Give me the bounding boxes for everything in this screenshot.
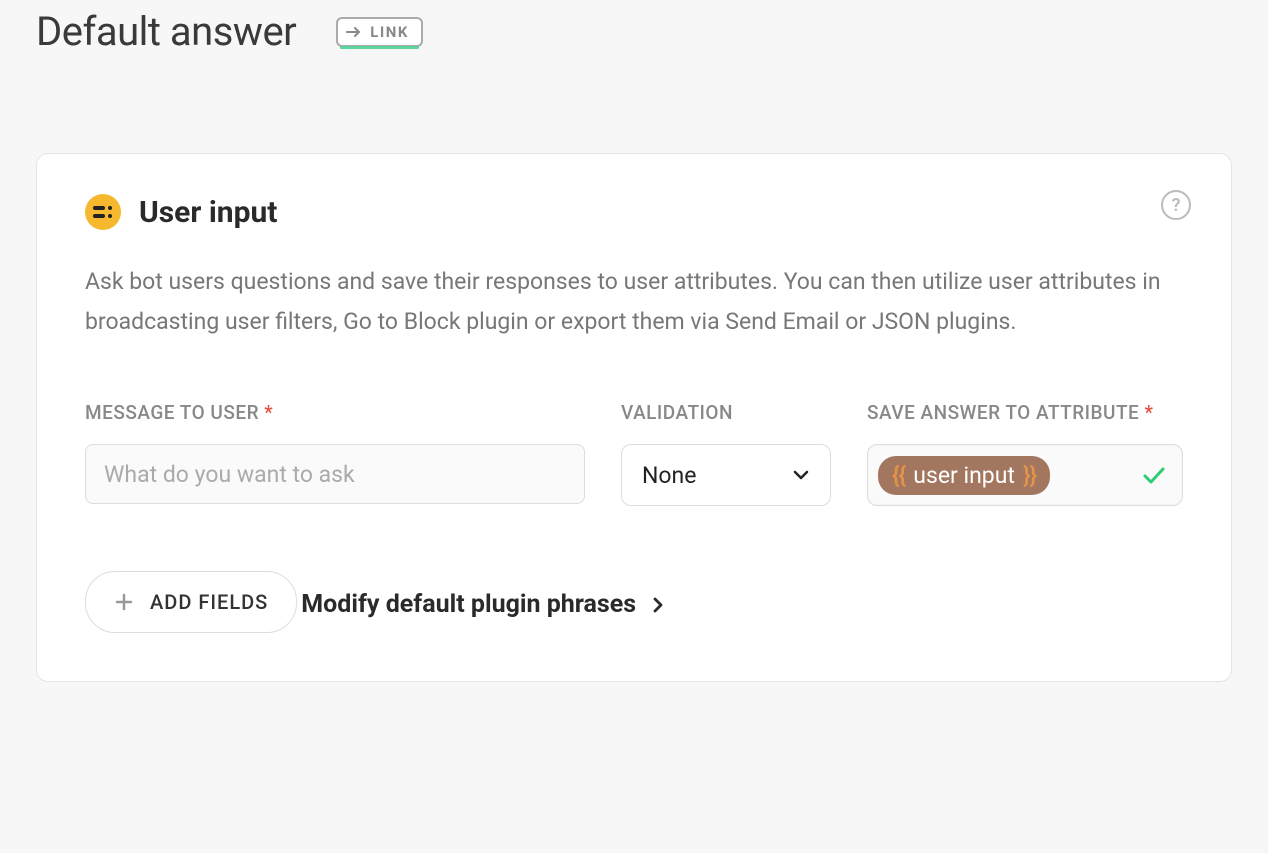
link-button-label: LINK: [370, 23, 409, 41]
validation-selected-value: None: [642, 462, 696, 489]
required-marker: *: [1145, 401, 1154, 424]
arrow-right-icon: [346, 25, 364, 39]
plus-icon: [114, 592, 134, 612]
save-attribute-label: SAVE ANSWER TO ATTRIBUTE *: [867, 401, 1183, 424]
brace-close: }}: [1023, 462, 1036, 489]
link-button[interactable]: LINK: [336, 17, 423, 47]
add-fields-button[interactable]: ADD FIELDS: [85, 571, 297, 633]
message-input[interactable]: [85, 444, 585, 504]
card-description: Ask bot users questions and save their r…: [85, 262, 1183, 341]
help-icon[interactable]: ?: [1161, 190, 1191, 220]
check-icon: [1142, 465, 1166, 485]
fields-row: MESSAGE TO USER * VALIDATION None: [85, 401, 1183, 506]
card-title: User input: [139, 195, 277, 230]
page-title: Default answer: [36, 8, 296, 55]
page-header: Default answer LINK: [36, 0, 1232, 63]
attribute-pill: {{ user input }}: [878, 456, 1050, 495]
message-field-group: MESSAGE TO USER *: [85, 401, 585, 506]
chevron-right-icon: [652, 595, 664, 615]
validation-label: VALIDATION: [621, 401, 831, 424]
attribute-value: user input: [909, 462, 1019, 489]
add-fields-label: ADD FIELDS: [150, 590, 268, 614]
user-input-card: ? User input Ask bot users questions and…: [36, 153, 1232, 682]
modify-phrases-label: Modify default plugin phrases: [301, 590, 636, 619]
card-header: User input: [85, 194, 1183, 230]
required-marker: *: [264, 401, 273, 424]
modify-phrases-link[interactable]: Modify default plugin phrases: [301, 590, 664, 619]
message-label: MESSAGE TO USER *: [85, 401, 585, 424]
brace-open: {{: [892, 462, 905, 489]
validation-select[interactable]: None: [621, 444, 831, 506]
save-attribute-input[interactable]: {{ user input }}: [867, 444, 1183, 506]
chevron-down-icon: [792, 469, 810, 481]
validation-field-group: VALIDATION None: [621, 401, 831, 506]
save-attribute-field-group: SAVE ANSWER TO ATTRIBUTE * {{ user input…: [867, 401, 1183, 506]
user-input-plugin-icon: [85, 194, 121, 230]
